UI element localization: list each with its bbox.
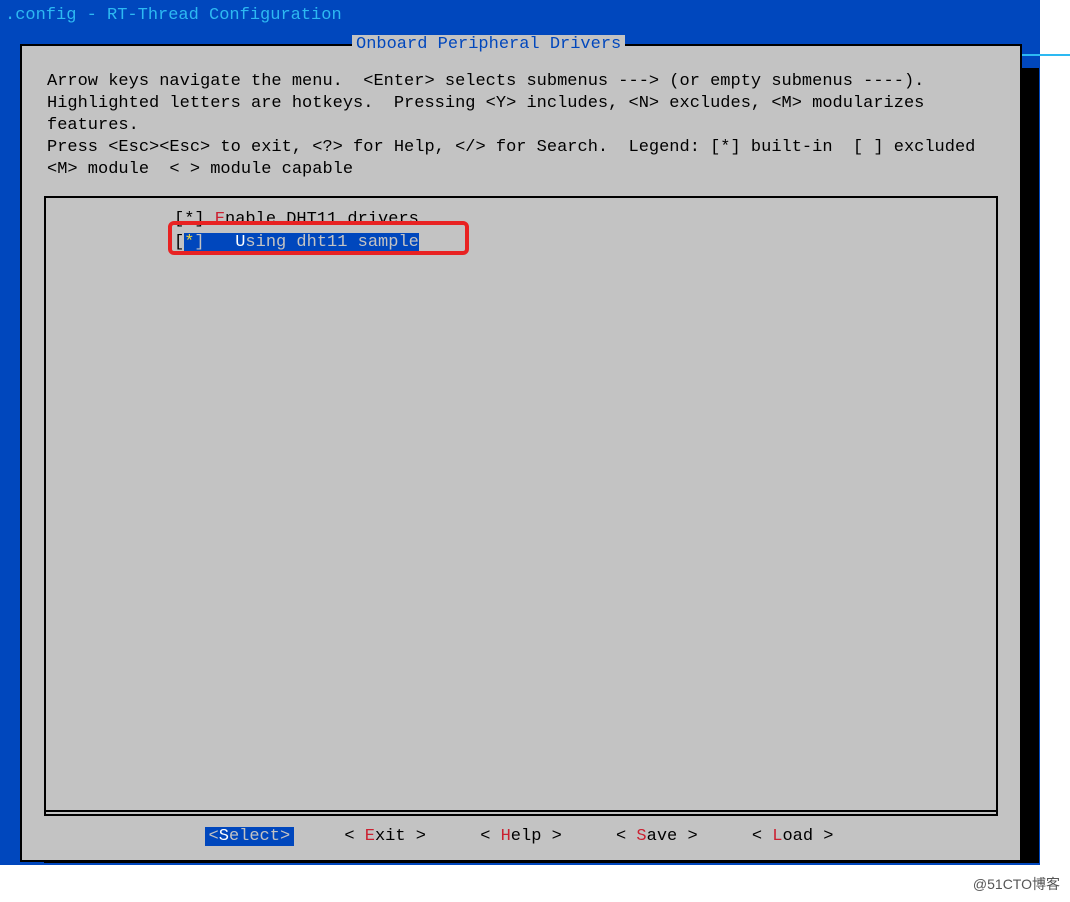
terminal-screen: .config - RT-Thread Configuration → Hard… <box>0 0 1040 865</box>
button-bar: <Select> < Exit > < Help > < Save > < Lo… <box>22 827 1020 846</box>
exit-button[interactable]: < Exit > <box>340 827 430 846</box>
help-button[interactable]: < Help > <box>476 827 566 846</box>
option-using-dht11-sample[interactable]: [*] Using dht11 sample <box>46 231 996 254</box>
option-enable-dht11[interactable]: [*] Enable DHT11 drivers <box>46 208 996 231</box>
select-button[interactable]: <Select> <box>205 827 295 846</box>
main-dialog: Onboard Peripheral Drivers Arrow keys na… <box>20 44 1022 862</box>
dialog-title: Onboard Peripheral Drivers <box>352 35 625 54</box>
divider <box>44 810 998 812</box>
watermark: @51CTO博客 <box>973 874 1060 894</box>
save-button[interactable]: < Save > <box>612 827 702 846</box>
help-text: Arrow keys navigate the menu. <Enter> se… <box>22 46 1020 191</box>
dialog-title-row: Onboard Peripheral Drivers <box>22 35 1020 54</box>
load-button[interactable]: < Load > <box>748 827 838 846</box>
window-title: .config - RT-Thread Configuration <box>0 0 1040 27</box>
options-list: [*] Enable DHT11 drivers [*] Using dht11… <box>44 196 998 816</box>
